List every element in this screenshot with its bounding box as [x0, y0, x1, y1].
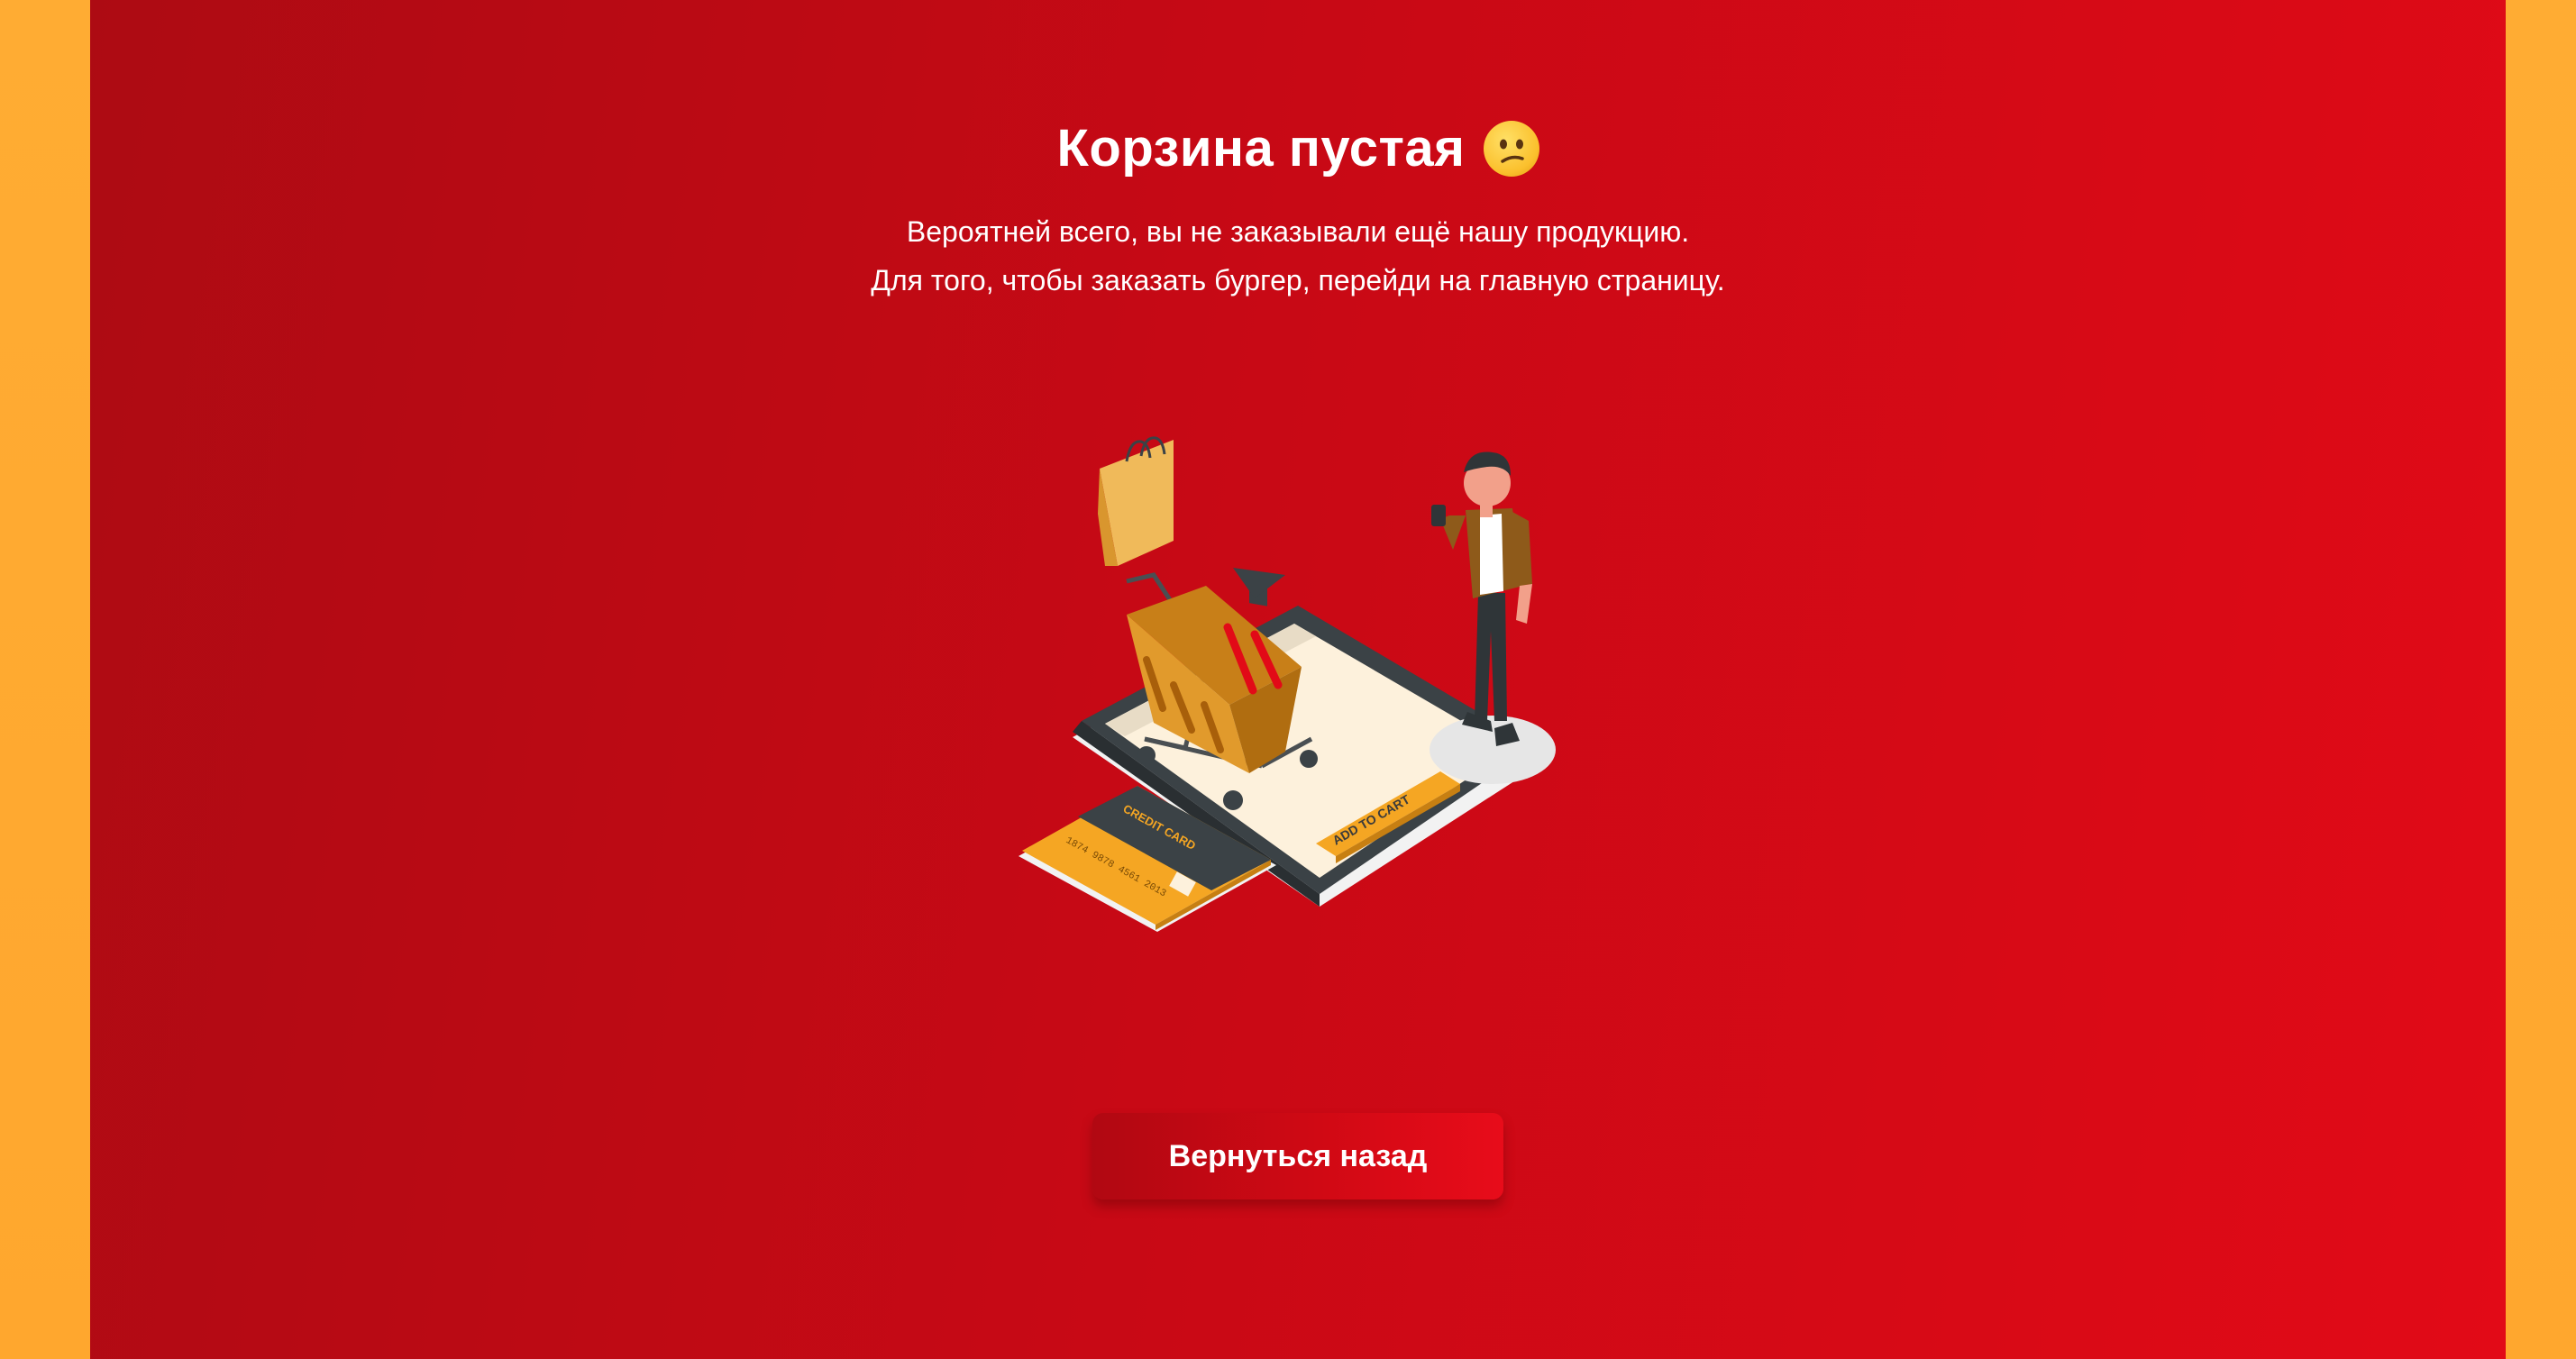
person-shadow [1430, 716, 1556, 784]
empty-cart-message: Корзина пустая Вероятней всего, вы не за… [90, 0, 2506, 305]
person-figure [1430, 451, 1556, 784]
confused-face-icon [1483, 121, 1539, 177]
page-title: Корзина пустая [1056, 119, 1466, 178]
empty-cart-panel: Корзина пустая Вероятней всего, вы не за… [90, 0, 2506, 1359]
subtitle-line-2: Для того, чтобы заказать бургер, перейди… [871, 264, 1725, 296]
subtitle-line-1: Вероятней всего, вы не заказывали ещё на… [906, 215, 1690, 248]
empty-cart-illustration: ADD TO CART CREDIT CARD 1874 9878 4561 2… [1019, 436, 1556, 932]
back-button[interactable]: Вернуться назад [1092, 1113, 1503, 1199]
down-arrow-icon [1233, 568, 1285, 607]
shopping-bag-icon [1098, 436, 1174, 566]
left-side-panel [0, 0, 90, 1359]
page-subtitle: Вероятней всего, вы не заказывали ещё на… [90, 207, 2506, 305]
title-row: Корзина пустая [90, 113, 2506, 185]
right-side-panel [2506, 0, 2576, 1359]
